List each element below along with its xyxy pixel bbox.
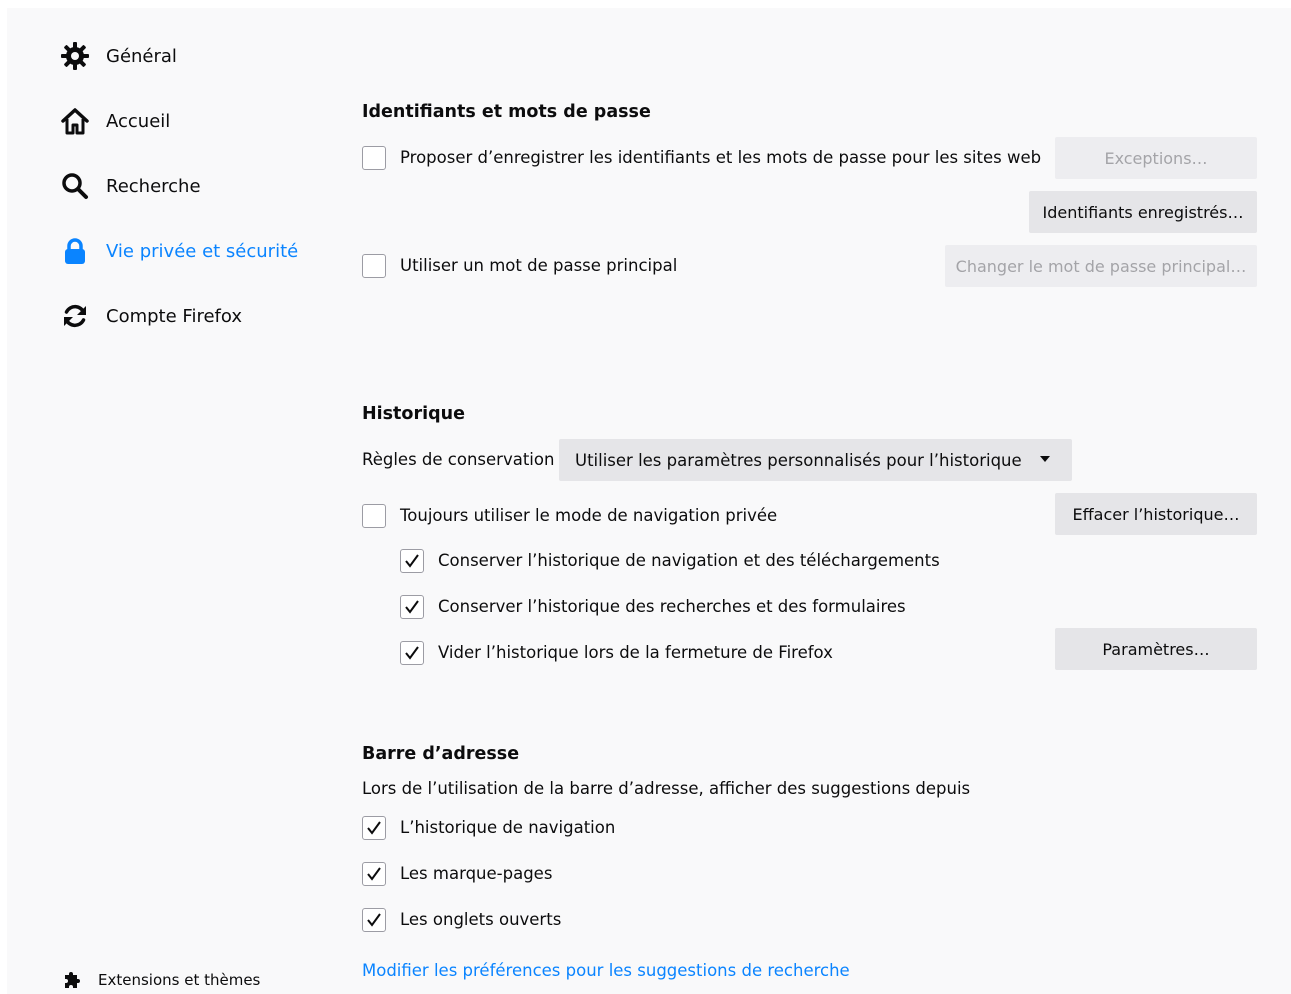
search-suggestions-prefs-link[interactable]: Modifier les préférences pour les sugges… [362,961,850,980]
sidebar-item-label: Général [106,45,177,67]
retention-rules-dropdown[interactable]: Utiliser les paramètres personnalisés po… [559,439,1072,481]
clear-on-close-checkbox[interactable] [400,641,424,665]
sidebar-item-general[interactable]: Général [58,38,177,74]
always-private-checkbox[interactable] [362,504,386,528]
suggest-bookmarks-checkbox[interactable] [362,862,386,886]
check-icon [405,646,419,660]
clear-history-button[interactable]: Effacer l’historique… [1055,493,1257,535]
change-master-password-button[interactable]: Changer le mot de passe principal… [945,245,1257,287]
check-icon [367,913,381,927]
sidebar-item-label: Compte Firefox [106,305,242,327]
retention-rules-label: Règles de conservation [362,450,555,469]
suggest-open-tabs-checkbox[interactable] [362,908,386,932]
check-icon [405,600,419,614]
check-icon [405,554,419,568]
sidebar-item-label: Recherche [106,175,201,197]
suggest-history-label: L’historique de navigation [400,818,616,837]
search-icon [58,169,92,203]
master-password-label: Utiliser un mot de passe principal [400,256,678,275]
suggest-bookmarks-label: Les marque-pages [400,864,553,883]
keep-browsing-history-label: Conserver l’historique de navigation et … [438,551,940,570]
home-icon [58,104,92,138]
sidebar-item-label: Extensions et thèmes [98,971,261,989]
check-icon [367,821,381,835]
keep-search-history-checkbox[interactable] [400,595,424,619]
suggest-open-tabs-label: Les onglets ouverts [400,910,562,929]
sidebar-item-privacy[interactable]: Vie privée et sécurité [58,233,298,269]
sidebar-item-firefox-account[interactable]: Compte Firefox [58,298,242,334]
master-password-checkbox[interactable] [362,254,386,278]
history-heading: Historique [362,404,465,424]
lock-icon [58,234,92,268]
clear-on-close-label: Vider l’historique lors de la fermeture … [438,643,833,662]
exceptions-button[interactable]: Exceptions… [1055,137,1257,179]
offer-save-label: Proposer d’enregistrer les identifiants … [400,148,1042,167]
history-settings-button[interactable]: Paramètres… [1055,628,1257,670]
always-private-label: Toujours utiliser le mode de navigation … [400,506,778,525]
suggest-history-checkbox[interactable] [362,816,386,840]
saved-logins-button[interactable]: Identifiants enregistrés… [1029,191,1257,233]
keep-browsing-history-checkbox[interactable] [400,549,424,573]
offer-save-checkbox[interactable] [362,146,386,170]
retention-rules-value: Utiliser les paramètres personnalisés po… [575,450,1022,470]
addressbar-heading: Barre d’adresse [362,744,520,764]
sidebar-item-label: Vie privée et sécurité [106,240,299,262]
dropdown-arrow-icon [1040,456,1050,462]
sidebar-item-search[interactable]: Recherche [58,168,201,204]
sidebar-item-home[interactable]: Accueil [58,103,170,139]
puzzle-icon [62,970,82,990]
sync-icon [58,299,92,333]
sidebar-item-label: Accueil [106,110,171,132]
keep-search-history-label: Conserver l’historique des recherches et… [438,597,906,616]
check-icon [367,867,381,881]
sidebar-item-extensions[interactable]: Extensions et thèmes [62,966,260,994]
addressbar-description: Lors de l’utilisation de la barre d’adre… [362,779,971,798]
logins-heading: Identifiants et mots de passe [362,102,651,122]
gear-icon [58,39,92,73]
